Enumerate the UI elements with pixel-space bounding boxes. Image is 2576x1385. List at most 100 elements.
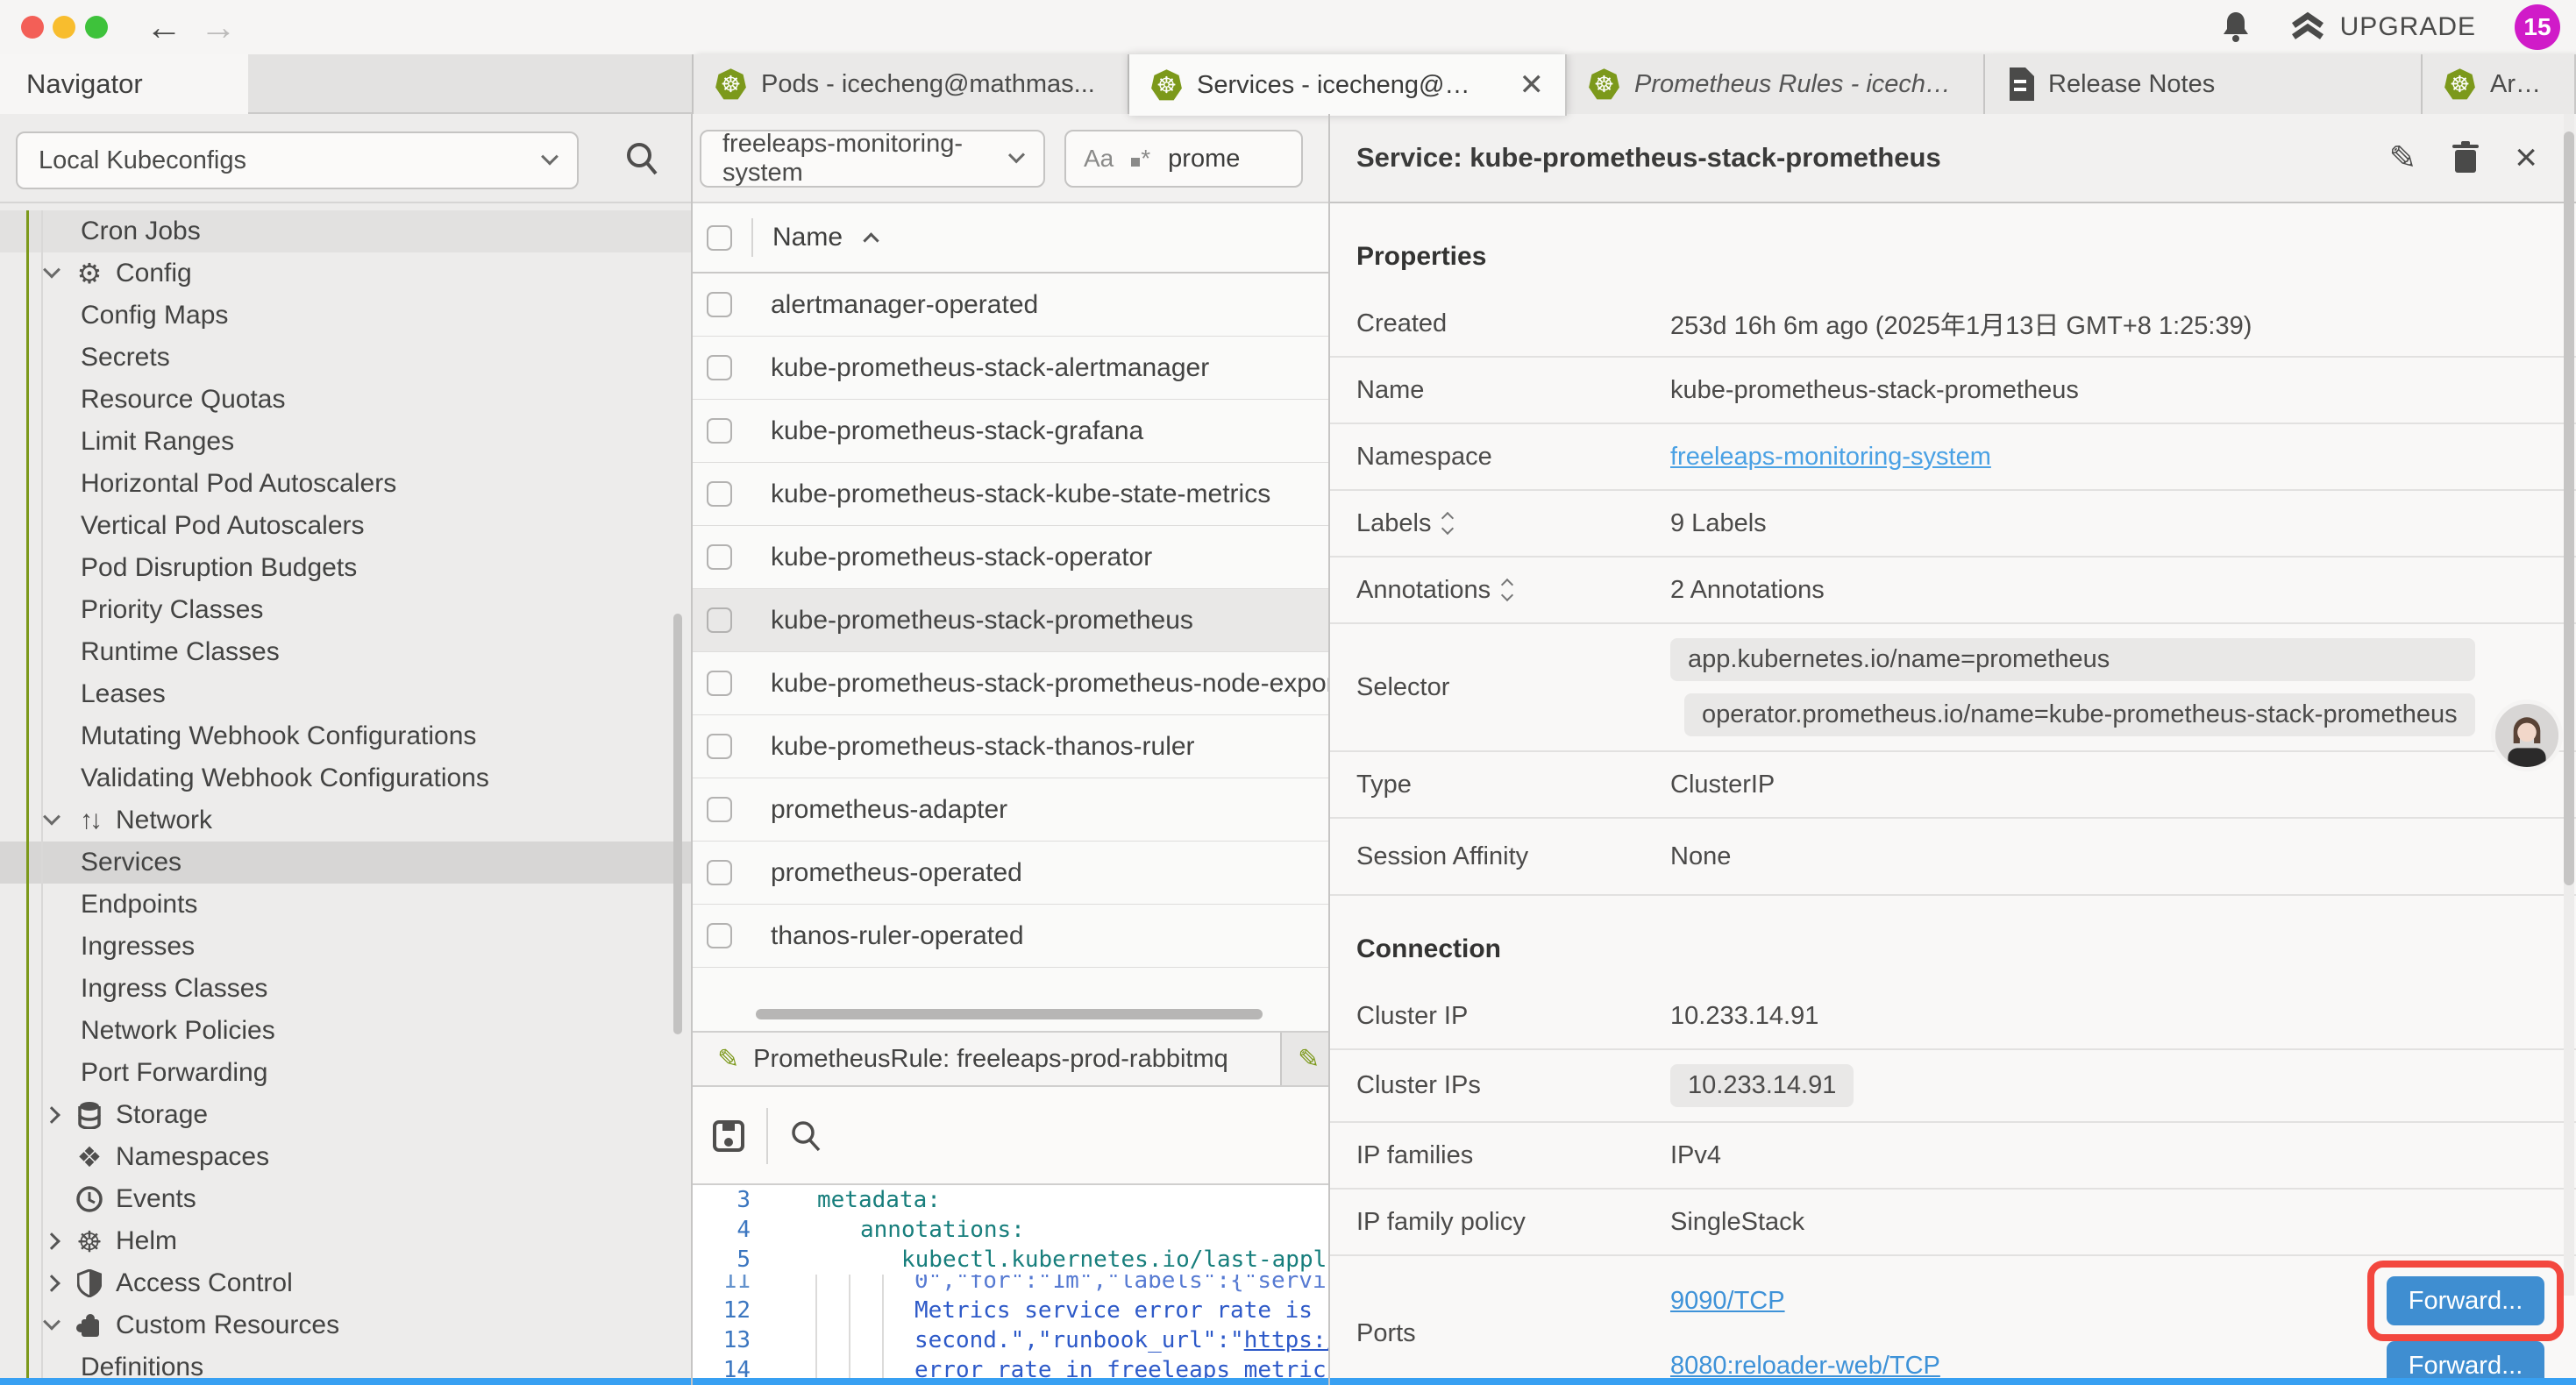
kubeconfig-selector[interactable]: Local Kubeconfigs bbox=[16, 131, 579, 189]
select-all-checkbox[interactable] bbox=[707, 225, 732, 251]
chevron-right-icon[interactable] bbox=[40, 1235, 63, 1247]
chevron-down-icon[interactable] bbox=[40, 814, 63, 827]
panel-divider[interactable] bbox=[691, 114, 693, 1385]
row-checkbox[interactable] bbox=[707, 734, 732, 759]
sidebar-item-cron-jobs[interactable]: Cron Jobs bbox=[0, 210, 691, 252]
row-checkbox[interactable] bbox=[707, 481, 732, 507]
avatar[interactable] bbox=[2491, 700, 2563, 771]
tab-pods[interactable]: ☸Pods - icecheng@mathmas... bbox=[694, 54, 1129, 114]
chevron-down-icon[interactable] bbox=[40, 267, 63, 280]
close-window-button[interactable] bbox=[21, 16, 44, 39]
table-row[interactable]: alertmanager-operated bbox=[693, 273, 1328, 337]
upgrade-button[interactable]: UPGRADE bbox=[2289, 11, 2476, 43]
sort-icon[interactable] bbox=[1443, 514, 1452, 533]
table-row[interactable]: kube-prometheus-stack-kube-state-metrics bbox=[693, 463, 1328, 526]
tab-prometheus[interactable]: ☸Prometheus Rules - icecheng... bbox=[1567, 54, 1985, 114]
row-checkbox[interactable] bbox=[707, 418, 732, 444]
forward-button[interactable]: Forward... bbox=[2387, 1276, 2544, 1325]
table-row[interactable]: prometheus-adapter bbox=[693, 778, 1328, 842]
sidebar-item-mutating-webhook-configurations[interactable]: Mutating Webhook Configurations bbox=[0, 715, 691, 757]
editor-tab-prometheusrule[interactable]: ✎ PrometheusRule: freeleaps-prod-rabbitm… bbox=[693, 1033, 1282, 1085]
port-link[interactable]: 9090/TCP bbox=[1670, 1287, 1785, 1316]
port-link[interactable]: 8080:reloader-web/TCP bbox=[1670, 1352, 1940, 1381]
close-icon[interactable]: ✕ bbox=[1519, 67, 1545, 103]
sidebar-item-services[interactable]: Services bbox=[0, 842, 691, 884]
row-checkbox[interactable] bbox=[707, 860, 732, 885]
tab-release[interactable]: Release Notes bbox=[1985, 54, 2423, 114]
row-checkbox[interactable] bbox=[707, 292, 732, 317]
tab-navigator[interactable]: Navigator bbox=[0, 54, 248, 114]
trash-icon[interactable] bbox=[2451, 141, 2480, 174]
panel-divider[interactable] bbox=[1328, 114, 1330, 1385]
sidebar-item-network[interactable]: ↑↓Network bbox=[0, 799, 691, 842]
sidebar-item-storage[interactable]: Storage bbox=[0, 1094, 691, 1136]
editor-link[interactable]: https://net bbox=[1244, 1325, 1328, 1355]
sidebar-item-ingresses[interactable]: Ingresses bbox=[0, 926, 691, 968]
editor-search-icon[interactable] bbox=[789, 1119, 822, 1154]
horizontal-scrollbar[interactable] bbox=[756, 1009, 1263, 1019]
sidebar-item-endpoints[interactable]: Endpoints bbox=[0, 884, 691, 926]
sidebar-item-custom-resources[interactable]: Custom Resources bbox=[0, 1304, 691, 1346]
row-checkbox[interactable] bbox=[707, 923, 732, 948]
save-icon[interactable] bbox=[712, 1119, 745, 1153]
close-icon[interactable]: × bbox=[2515, 140, 2537, 175]
sidebar-item-resource-quotas[interactable]: Resource Quotas bbox=[0, 379, 691, 421]
edit-pencil-icon[interactable]: ✎ bbox=[2388, 138, 2416, 178]
sidebar-item-helm[interactable]: ☸Helm bbox=[0, 1220, 691, 1262]
sidebar-item-access-control[interactable]: Access Control bbox=[0, 1262, 691, 1304]
filter-search-input[interactable]: Aa * prome bbox=[1064, 130, 1303, 188]
tab-argo[interactable]: ☸Argo Se bbox=[2423, 54, 2576, 114]
forward-arrow-icon[interactable]: → bbox=[200, 7, 237, 47]
notification-badge[interactable]: 15 bbox=[2515, 4, 2560, 50]
bell-icon[interactable] bbox=[2221, 11, 2251, 44]
search-icon[interactable] bbox=[624, 140, 659, 177]
table-row[interactable]: kube-prometheus-stack-operator bbox=[693, 526, 1328, 589]
detail-value-link[interactable]: freeleaps-monitoring-system bbox=[1670, 443, 1991, 472]
sidebar-item-network-policies[interactable]: Network Policies bbox=[0, 1010, 691, 1052]
sidebar-item-vertical-pod-autoscalers[interactable]: Vertical Pod Autoscalers bbox=[0, 505, 691, 547]
sidebar-item-port-forwarding[interactable]: Port Forwarding bbox=[0, 1052, 691, 1094]
table-row[interactable]: prometheus-operated bbox=[693, 842, 1328, 905]
sidebar-item-ingress-classes[interactable]: Ingress Classes bbox=[0, 968, 691, 1010]
sidebar-item-pod-disruption-budgets[interactable]: Pod Disruption Budgets bbox=[0, 547, 691, 589]
row-checkbox[interactable] bbox=[707, 607, 732, 633]
sidebar-item-validating-webhook-configurations[interactable]: Validating Webhook Configurations bbox=[0, 757, 691, 799]
chevron-right-icon[interactable] bbox=[40, 1277, 63, 1289]
sidebar-item-leases[interactable]: Leases bbox=[0, 673, 691, 715]
row-checkbox[interactable] bbox=[707, 797, 732, 822]
sidebar-item-config-maps[interactable]: Config Maps bbox=[0, 295, 691, 337]
back-arrow-icon[interactable]: ← bbox=[146, 7, 182, 47]
regex-toggle[interactable]: * bbox=[1131, 145, 1150, 173]
detail-scrollbar[interactable] bbox=[2564, 131, 2574, 885]
editor-tab-partial[interactable]: ✎ bbox=[1282, 1033, 1328, 1085]
table-row[interactable]: kube-prometheus-stack-prometheus-node-ex… bbox=[693, 652, 1328, 715]
sidebar-item-limit-ranges[interactable]: Limit Ranges bbox=[0, 421, 691, 463]
table-row[interactable]: kube-prometheus-stack-alertmanager bbox=[693, 337, 1328, 400]
chevron-down-icon[interactable] bbox=[40, 1319, 63, 1332]
table-row[interactable]: kube-prometheus-stack-prometheus bbox=[693, 589, 1328, 652]
table-row[interactable]: thanos-ruler-operated bbox=[693, 905, 1328, 968]
sidebar-item-secrets[interactable]: Secrets bbox=[0, 337, 691, 379]
sidebar-item-config[interactable]: ⚙Config bbox=[0, 252, 691, 295]
table-row[interactable]: kube-prometheus-stack-grafana bbox=[693, 400, 1328, 463]
chevron-right-icon[interactable] bbox=[40, 1109, 63, 1121]
sidebar-item-namespaces[interactable]: ❖Namespaces bbox=[0, 1136, 691, 1178]
yaml-editor[interactable]: 3metadata:4annotations:5kubectl.kubernet… bbox=[693, 1183, 1328, 1385]
sidebar-item-events[interactable]: Events bbox=[0, 1178, 691, 1220]
row-checkbox[interactable] bbox=[707, 544, 732, 570]
sidebar-item-horizontal-pod-autoscalers[interactable]: Horizontal Pod Autoscalers bbox=[0, 463, 691, 505]
sort-ascending-icon[interactable] bbox=[863, 232, 879, 248]
tab-services[interactable]: ☸Services - icecheng@math...✕ bbox=[1129, 54, 1567, 116]
minimize-window-button[interactable] bbox=[53, 16, 75, 39]
table-row[interactable]: kube-prometheus-stack-thanos-ruler bbox=[693, 715, 1328, 778]
row-checkbox[interactable] bbox=[707, 355, 732, 380]
namespace-selector[interactable]: freeleaps-monitoring-system bbox=[700, 130, 1045, 188]
match-case-toggle[interactable]: Aa bbox=[1084, 145, 1114, 173]
zoom-window-button[interactable] bbox=[85, 16, 108, 39]
sidebar-scrollbar[interactable] bbox=[673, 614, 682, 1034]
sidebar-item-priority-classes[interactable]: Priority Classes bbox=[0, 589, 691, 631]
sidebar-item-runtime-classes[interactable]: Runtime Classes bbox=[0, 631, 691, 673]
sort-icon[interactable] bbox=[1503, 580, 1512, 600]
name-column-header[interactable]: Name bbox=[772, 223, 843, 252]
row-checkbox[interactable] bbox=[707, 671, 732, 696]
